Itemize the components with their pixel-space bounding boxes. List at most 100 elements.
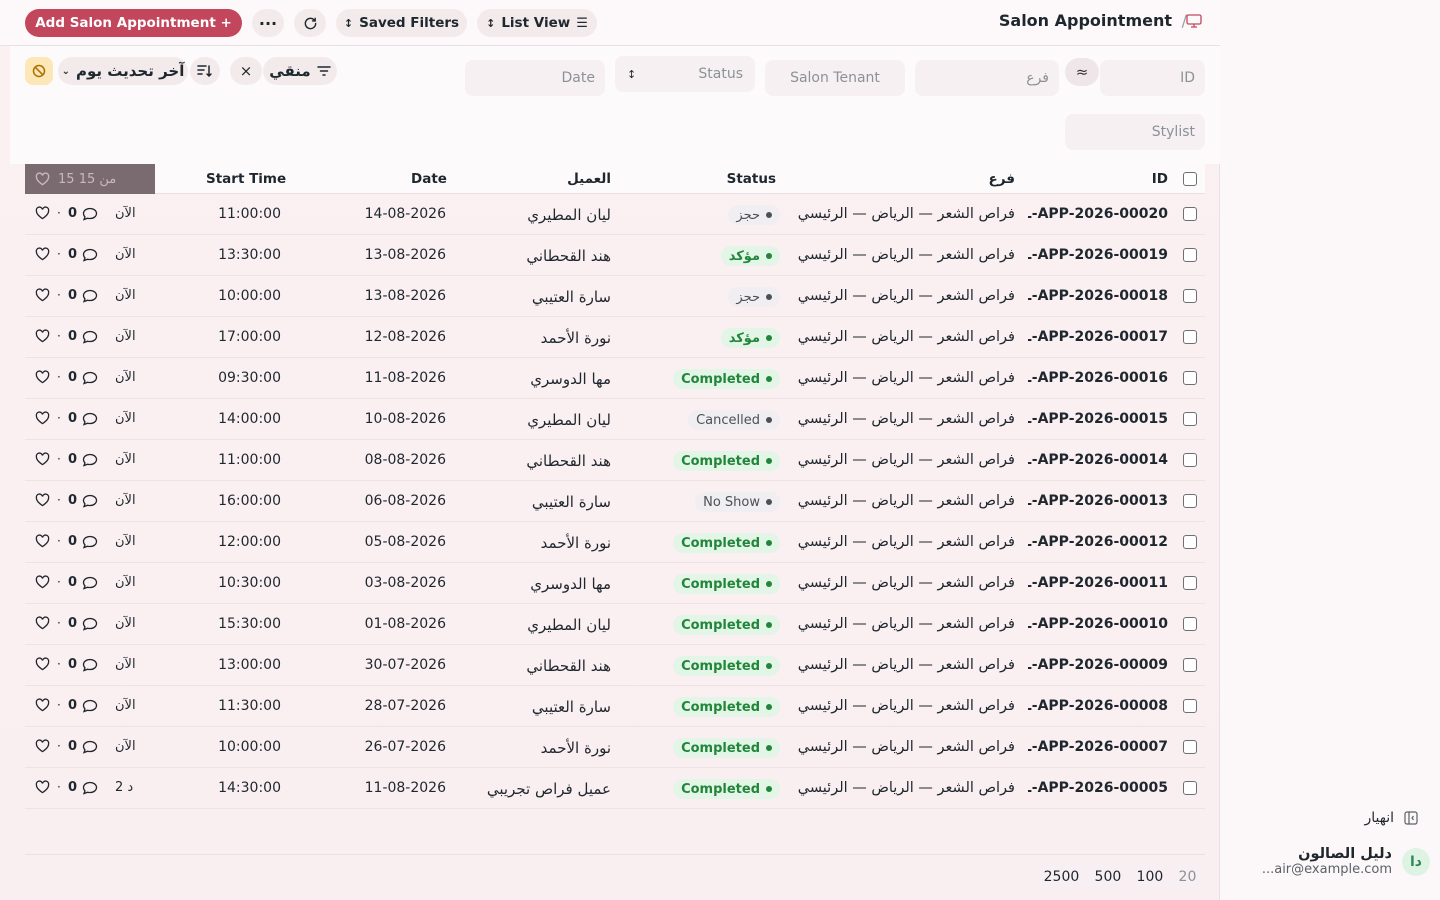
client-cell[interactable]: ليان المطيري [527,411,611,429]
row-checkbox[interactable] [1183,207,1197,221]
page-size-20[interactable]: 20 [1177,865,1199,889]
branch-cell[interactable]: فراص الشعر — الرياض — الرئيسي [798,329,1015,345]
comment-count[interactable]: 0 [68,411,98,426]
row-checkbox[interactable] [1183,617,1197,631]
comment-count[interactable]: 0 [68,247,98,262]
row-checkbox[interactable] [1183,494,1197,508]
table-row[interactable]: · 0 الآن 13:00:00 30-07-2026 هند القحطان… [25,645,1205,686]
like-icon[interactable] [35,780,50,798]
row-checkbox[interactable] [1183,412,1197,426]
branch-cell[interactable]: فراص الشعر — الرياض — الرئيسي [798,493,1015,509]
like-icon[interactable] [35,288,50,306]
add-appointment-button[interactable]: Add Salon Appointment + [25,9,242,37]
client-cell[interactable]: سارة العتيبي [532,493,611,511]
comment-count[interactable]: 0 [68,534,98,549]
like-icon[interactable] [35,534,50,552]
like-icon[interactable] [35,247,50,265]
salon-tenant-filter-input[interactable]: Salon Tenant [765,60,905,96]
monitor-icon[interactable] [1186,14,1202,28]
id-cell[interactable]: SAL-APP-2026-00009 [1028,657,1168,673]
row-checkbox[interactable] [1183,371,1197,385]
client-cell[interactable]: هند القحطاني [526,247,611,265]
col-client[interactable]: العميل [567,171,611,187]
table-row[interactable]: · 0 الآن 13:30:00 13-08-2026 هند القحطان… [25,235,1205,276]
id-cell[interactable]: SAL-APP-2026-00017 [1028,329,1168,345]
table-row[interactable]: · 0 2 د 14:30:00 11-08-2026 عميل فراص تج… [25,768,1205,809]
client-cell[interactable]: سارة العتيبي [532,698,611,716]
like-icon[interactable] [35,698,50,716]
table-row[interactable]: · 0 الآن 11:00:00 14-08-2026 ليان المطير… [25,194,1205,235]
row-checkbox[interactable] [1183,453,1197,467]
like-icon[interactable] [35,493,50,511]
list-view-button[interactable]: ↕ List View ☰ [477,9,597,37]
id-cell[interactable]: SAL-APP-2026-00015 [1028,411,1168,427]
filter-button[interactable]: منقي [263,57,337,85]
row-checkbox[interactable] [1183,576,1197,590]
select-all-checkbox[interactable] [1183,172,1197,186]
date-filter-input[interactable]: Date [465,60,605,96]
id-cell[interactable]: SAL-APP-2026-00014 [1028,452,1168,468]
branch-cell[interactable]: فراص الشعر — الرياض — الرئيسي [798,206,1015,222]
table-row[interactable]: · 0 الآن 14:00:00 10-08-2026 ليان المطير… [25,399,1205,440]
comment-count[interactable]: 0 [68,452,98,467]
id-cell[interactable]: SAL-APP-2026-00020 [1028,206,1168,222]
like-icon[interactable] [35,575,50,593]
branch-cell[interactable]: فراص الشعر — الرياض — الرئيسي [798,534,1015,550]
client-cell[interactable]: سارة العتيبي [532,288,611,306]
client-cell[interactable]: نورة الأحمد [541,534,611,552]
col-id[interactable]: ID [1152,171,1168,187]
row-checkbox[interactable] [1183,658,1197,672]
client-cell[interactable]: مها الدوسري [530,370,611,388]
row-checkbox[interactable] [1183,330,1197,344]
stylist-filter-input[interactable]: Stylist [1065,114,1205,150]
client-cell[interactable]: مها الدوسري [530,575,611,593]
table-row[interactable]: · 0 الآن 17:00:00 12-08-2026 نورة الأحمد… [25,317,1205,358]
comment-count[interactable]: 0 [68,329,98,344]
refresh-button[interactable] [294,9,326,37]
id-cell[interactable]: SAL-APP-2026-00008 [1028,698,1168,714]
clear-all-button[interactable] [25,57,53,85]
table-row[interactable]: · 0 الآن 11:30:00 28-07-2026 سارة العتيب… [25,686,1205,727]
row-checkbox[interactable] [1183,740,1197,754]
comment-count[interactable]: 0 [68,698,98,713]
collapse-sidebar-button[interactable]: انهيار [1365,810,1419,826]
table-row[interactable]: · 0 الآن 12:00:00 05-08-2026 نورة الأحمد… [25,522,1205,563]
client-cell[interactable]: نورة الأحمد [541,329,611,347]
like-icon[interactable] [35,411,50,429]
client-cell[interactable]: ليان المطيري [527,616,611,634]
comment-count[interactable]: 0 [68,493,98,508]
user-menu[interactable]: دليل الصالون ...air@example.com دا [1262,846,1430,877]
comment-count[interactable]: 0 [68,575,98,590]
like-icon[interactable] [35,329,50,347]
comment-count[interactable]: 0 [68,206,98,221]
like-icon[interactable] [35,206,50,224]
table-row[interactable]: · 0 الآن 16:00:00 06-08-2026 سارة العتيب… [25,481,1205,522]
id-cell[interactable]: SAL-APP-2026-00005 [1028,780,1168,796]
table-row[interactable]: · 0 الآن 10:00:00 13-08-2026 سارة العتيب… [25,276,1205,317]
row-checkbox[interactable] [1183,248,1197,262]
comment-count[interactable]: 0 [68,657,98,672]
branch-cell[interactable]: فراص الشعر — الرياض — الرئيسي [798,288,1015,304]
col-start-time[interactable]: Start Time [206,171,286,187]
like-icon[interactable] [35,370,50,388]
clear-filter-button[interactable]: × [230,57,262,85]
sort-direction-button[interactable] [190,57,220,85]
comment-count[interactable]: 0 [68,288,98,303]
branch-cell[interactable]: فراص الشعر — الرياض — الرئيسي [798,575,1015,591]
comment-count[interactable]: 0 [68,616,98,631]
more-actions-button[interactable]: ··· [252,9,284,37]
branch-filter-input[interactable]: فرع [915,60,1059,96]
branch-cell[interactable]: فراص الشعر — الرياض — الرئيسي [798,657,1015,673]
like-icon[interactable] [35,657,50,675]
client-cell[interactable]: نورة الأحمد [541,739,611,757]
page-size-500[interactable]: 500 [1093,865,1124,889]
row-checkbox[interactable] [1183,781,1197,795]
branch-cell[interactable]: فراص الشعر — الرياض — الرئيسي [798,411,1015,427]
branch-cell[interactable]: فراص الشعر — الرياض — الرئيسي [798,739,1015,755]
col-branch[interactable]: فرع [989,171,1015,187]
saved-filters-button[interactable]: ↕ Saved Filters [336,9,467,37]
col-date[interactable]: Date [411,171,447,187]
branch-cell[interactable]: فراص الشعر — الرياض — الرئيسي [798,452,1015,468]
table-row[interactable]: · 0 الآن 15:30:00 01-08-2026 ليان المطير… [25,604,1205,645]
table-row[interactable]: · 0 الآن 09:30:00 11-08-2026 مها الدوسري… [25,358,1205,399]
